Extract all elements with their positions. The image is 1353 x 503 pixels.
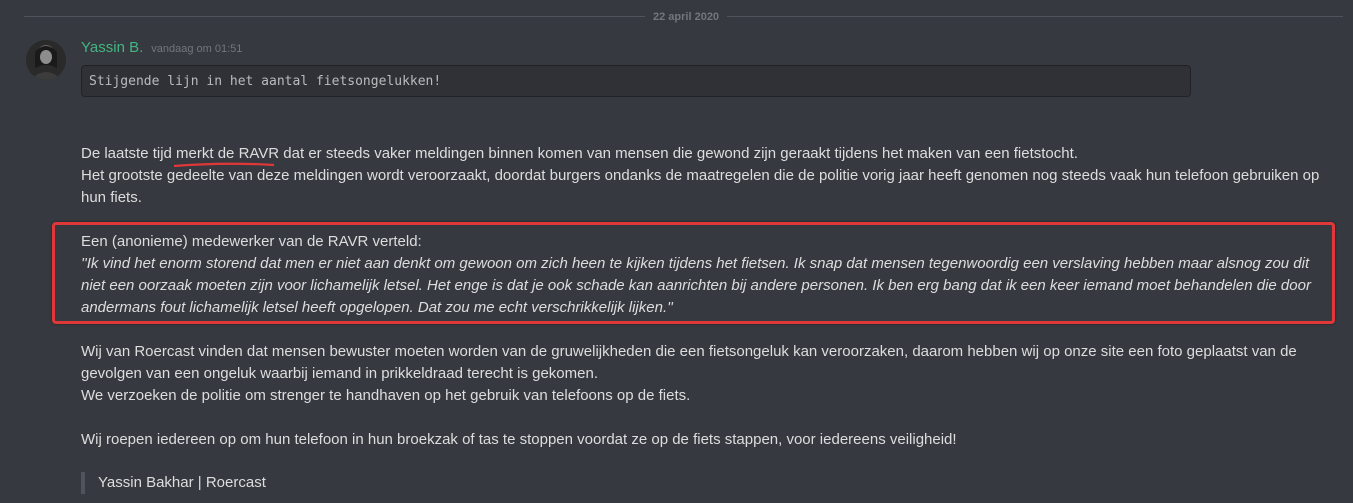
paragraph-call-to-action: Wij roepen iedereen op om hun telefoon i… [81,431,957,448]
quote-intro: Een (anonieme) medewerker van de RAVR ve… [81,233,422,250]
code-block: Stijgende lijn in het aantal fietsongelu… [81,65,1191,97]
message-header: Yassin B. vandaag om 01:51 [81,39,1321,59]
underlined-phrase: merkt de RAVR [174,143,280,168]
paragraph-intro-line2: Het grootste gedeelte van deze meldingen… [81,167,1320,206]
author-name[interactable]: Yassin B. [81,39,143,56]
paragraph-intro: De laatste tijd merkt de RAVR dat er ste… [81,143,1321,209]
underlined-phrase-text: merkt de RAVR [176,145,280,162]
message: Yassin B. vandaag om 01:51 Stijgende lij… [81,39,1321,97]
quote-text: ''Ik vind het enorm storend dat men er n… [81,255,1311,316]
paragraph-intro-pre: De laatste tijd [81,145,177,162]
chat-view: 22 april 2020 Yassin B. vandaag om 01:51… [0,0,1353,503]
paragraph-roercast: Wij van Roercast vinden dat mensen bewus… [81,341,1321,407]
date-divider-label: 22 april 2020 [645,10,728,24]
avatar-image [26,40,66,80]
paragraph-roercast-line1: Wij van Roercast vinden dat mensen bewus… [81,343,1297,382]
paragraph-quote: Een (anonieme) medewerker van de RAVR ve… [81,231,1321,319]
message-timestamp: vandaag om 01:51 [151,43,243,55]
paragraph-roercast-line2: We verzoeken de politie om strenger te h… [81,387,691,404]
signature-text: Yassin Bakhar | Roercast [98,474,266,491]
paragraph-intro-post: dat er steeds vaker meldingen binnen kom… [279,145,1078,162]
red-underline-annotation [174,162,275,168]
avatar[interactable] [26,40,66,80]
signature-blockquote: Yassin Bakhar | Roercast [81,472,266,494]
